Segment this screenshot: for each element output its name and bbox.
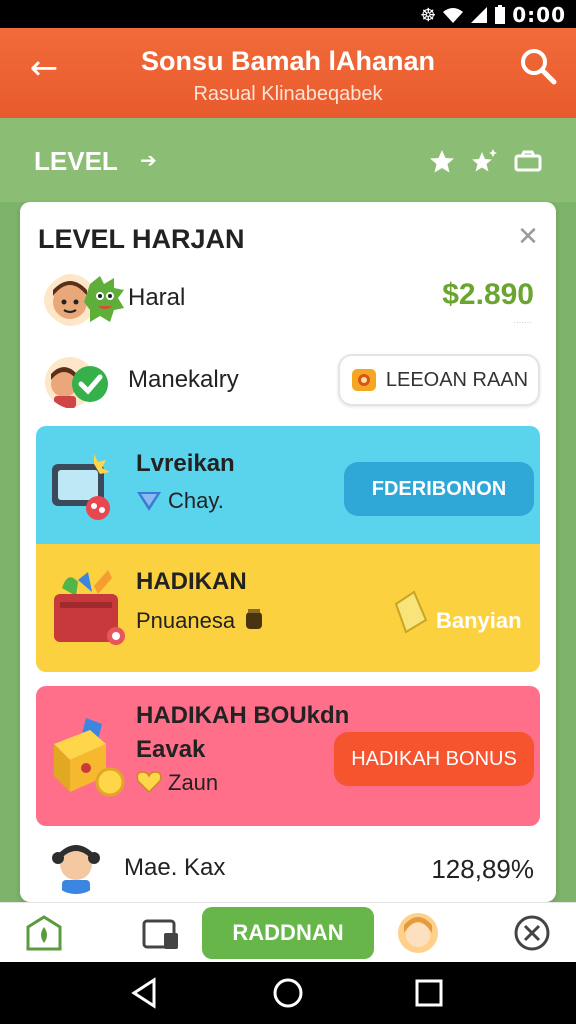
back-icon[interactable] xyxy=(128,976,162,1010)
band-sub: Pnuanesa xyxy=(136,608,236,633)
list-item[interactable]: Haral $2.890 ······· xyxy=(20,266,556,334)
band-cta-label[interactable]: Banyian xyxy=(436,608,522,634)
row-name: Mae. Kax xyxy=(124,854,226,881)
wallet-icon[interactable] xyxy=(514,148,542,174)
reward-band-pink: HADIKAH BOUkdn Eavak Zaun HADIKAH BONUS xyxy=(36,686,540,826)
card-title: LEVEL HARJAN xyxy=(38,224,245,254)
row-amount: $2.890 xyxy=(442,278,534,311)
list-item[interactable]: Manekalry LEEOAN RAAN xyxy=(20,348,556,414)
level-card: LEVEL HARJAN ✕ Haral $2.890 ······· Mane xyxy=(20,202,556,902)
wifi-icon xyxy=(443,8,464,23)
primary-button[interactable]: RADDNAN xyxy=(202,907,374,959)
avatar xyxy=(45,357,108,408)
signal-icon xyxy=(471,7,488,23)
row-value: 128,89% xyxy=(431,854,534,884)
status-icons: ☸ 0:00 xyxy=(420,3,566,27)
status-bar: ☸ 0:00 xyxy=(0,0,576,28)
band-title: Lvreikan xyxy=(136,450,235,477)
badge-icon xyxy=(351,369,376,391)
band-sub: Zaun xyxy=(168,770,219,795)
level-label[interactable]: LEVEL xyxy=(34,146,118,177)
avatar xyxy=(52,845,100,894)
band-title: HADIKAH BOUkdn xyxy=(136,702,350,729)
tablet-icon xyxy=(52,454,110,520)
level-bar: LEVEL ➔ xyxy=(0,118,576,202)
gift-basket-icon xyxy=(54,570,125,645)
star-icon[interactable] xyxy=(428,148,456,174)
band-title-line2: Eavak xyxy=(136,736,206,763)
treasure-icon xyxy=(54,718,125,797)
row-name: Manekalry xyxy=(128,366,239,393)
reward-band-yellow: HADIKAN Pnuanesa Banyian xyxy=(36,544,540,672)
status-time: 0:00 xyxy=(512,3,566,27)
row-name: Haral xyxy=(128,284,186,311)
avatar xyxy=(44,274,124,326)
hadikah-bonus-button[interactable]: HADIKAH BONUS xyxy=(334,732,534,786)
learn-button-label: LEEOAN RAAN xyxy=(385,368,529,391)
app-subtitle: Rasual Klinabeqabek xyxy=(193,83,383,105)
home-circle-icon[interactable] xyxy=(271,976,305,1010)
close-icon[interactable]: ✕ xyxy=(514,222,542,250)
gem-icon xyxy=(394,590,428,634)
settings-icon[interactable] xyxy=(512,913,552,953)
app-bar: ← Sonsu Bamah lAhanan Rasual Klinabeqabe… xyxy=(0,28,576,118)
row-caption: ······· xyxy=(513,318,532,327)
band-sub: Chay. xyxy=(168,488,224,513)
home-icon[interactable] xyxy=(24,913,64,953)
jar-icon xyxy=(246,609,262,629)
list-item[interactable]: Mae. Kax 128,89% xyxy=(20,836,556,896)
system-nav xyxy=(0,962,576,1024)
bottom-nav: RADDNAN xyxy=(0,902,576,962)
recents-icon[interactable] xyxy=(412,976,446,1010)
star-sparkle-icon[interactable] xyxy=(470,148,498,174)
level-arrow-icon[interactable]: ➔ xyxy=(140,148,157,173)
band-title: HADIKAN xyxy=(136,568,247,595)
reward-band-blue: Lvreikan Chay. FDERIBONON xyxy=(36,426,540,546)
band-cta-button[interactable]: FDERIBONON xyxy=(344,462,534,516)
notification-icon: ☸ xyxy=(420,4,437,26)
search-icon[interactable] xyxy=(518,46,558,86)
heart-icon xyxy=(136,771,162,794)
app-title: Sonsu Bamah lAhanan xyxy=(140,46,436,76)
learn-button[interactable]: LEEOAN RAAN xyxy=(338,354,540,406)
diamond-icon xyxy=(137,492,161,511)
avatar-icon[interactable] xyxy=(396,911,440,955)
shop-icon[interactable] xyxy=(140,913,180,953)
battery-icon xyxy=(495,5,506,24)
